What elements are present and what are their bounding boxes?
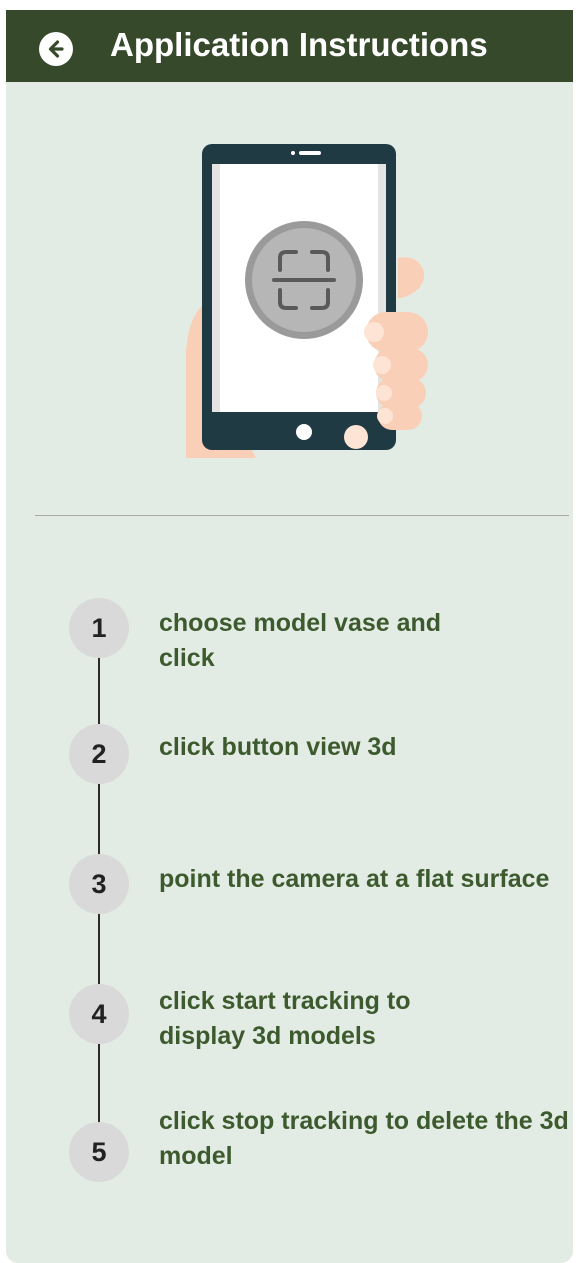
step-connector xyxy=(98,652,100,726)
step-connector xyxy=(98,1038,100,1124)
step-connector xyxy=(98,778,100,856)
arrow-left-icon xyxy=(48,40,64,58)
step-number-2: 2 xyxy=(69,724,129,784)
step-text-3: point the camera at a flat surface xyxy=(159,865,550,893)
phone-scan-illustration xyxy=(176,140,436,465)
step-text-5: click stop tracking to delete the 3d mod… xyxy=(159,1107,569,1170)
divider xyxy=(35,515,569,516)
instructions-screen: Application Instructions 1 choose model … xyxy=(6,10,573,1263)
step-text-2: click button view 3d xyxy=(159,733,397,761)
step-number-5: 5 xyxy=(69,1122,129,1182)
back-button[interactable] xyxy=(39,32,73,66)
page-title: Application Instructions xyxy=(110,26,488,63)
step-number-1: 1 xyxy=(69,598,129,658)
step-text-1: choose model vase and click xyxy=(159,609,442,672)
step-text-4: click start tracking to display 3d model… xyxy=(159,987,411,1050)
step-connector xyxy=(98,908,100,986)
app-bar: Application Instructions xyxy=(6,10,573,82)
step-number-4: 4 xyxy=(69,984,129,1044)
step-number-3: 3 xyxy=(69,854,129,914)
